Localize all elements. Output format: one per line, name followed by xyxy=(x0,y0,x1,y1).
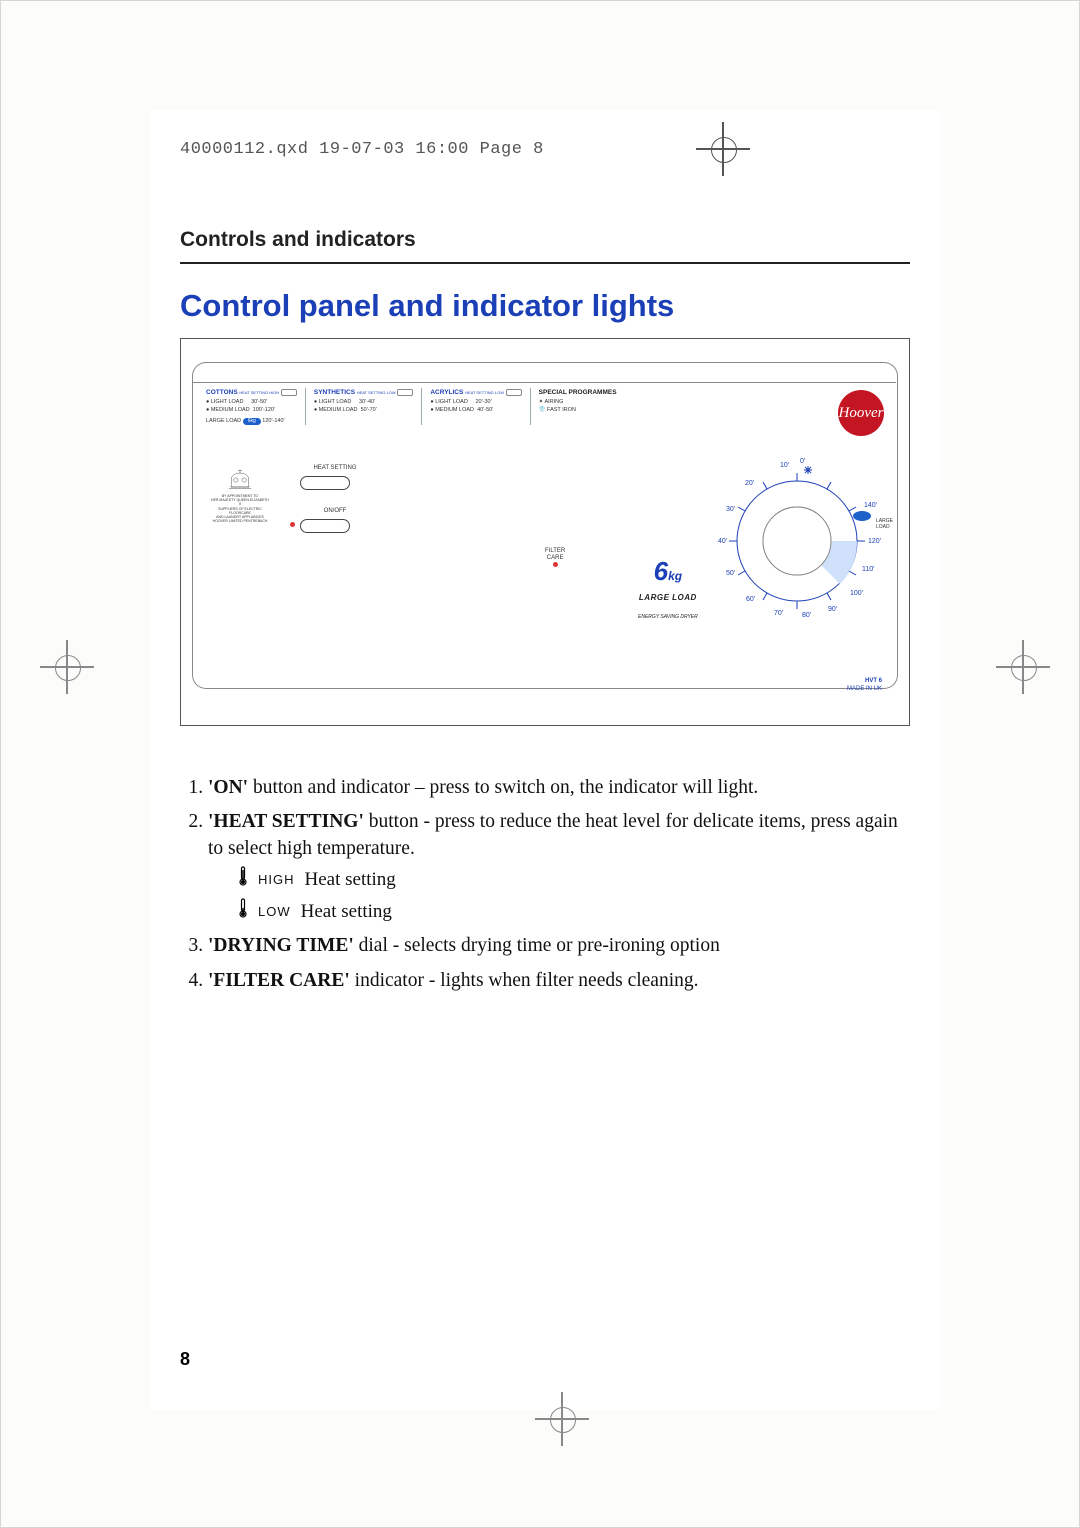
onoff-button[interactable] xyxy=(300,519,350,533)
onoff-label: ON/OFF xyxy=(305,508,365,514)
filter-care-label: FILTER CARE xyxy=(545,548,565,571)
royal-warrant-crest-icon: BY APPOINTMENT TOHER MAJESTY QUEEN ELIZA… xyxy=(210,468,270,528)
capacity-badge: 6kg LARGE LOAD ENERGY SAVING DRYER xyxy=(638,556,698,623)
print-header-line: 40000112.qxd 19-07-03 16:00 Page 8 xyxy=(180,140,544,159)
drying-time-dial[interactable]: 0' 10' 20' 30' 40' 50' 60' 70' 80' 90' 1… xyxy=(712,456,882,626)
list-item: 'DRYING TIME' dial - selects drying time… xyxy=(208,933,900,959)
section-rule xyxy=(180,262,910,264)
control-panel-figure: Hoover COTTONS HEAT SETTING HIGH ● LIGHT… xyxy=(180,338,910,738)
list-item: 'HEAT SETTING' button - press to reduce … xyxy=(208,809,900,925)
page-number: 8 xyxy=(180,1349,190,1370)
filter-care-indicator-icon xyxy=(553,562,558,567)
section-title: Controls and indicators xyxy=(180,228,416,252)
page-sheet: 40000112.qxd 19-07-03 16:00 Page 8 Contr… xyxy=(150,110,940,1410)
on-indicator-icon xyxy=(290,522,295,527)
model-made-label: HVT 6MADE IN UK xyxy=(847,678,882,694)
programme-cottons-label: COTTONS xyxy=(206,389,238,396)
body-text: 'ON' button and indicator – press to swi… xyxy=(180,775,900,1002)
programme-acrylics-label: ACRYLICS xyxy=(430,389,463,396)
registration-mark-top-icon xyxy=(706,132,740,166)
list-item: 'FILTER CARE' indicator - lights when fi… xyxy=(208,968,900,994)
registration-mark-right-icon xyxy=(1006,650,1040,684)
heat-setting-button[interactable] xyxy=(300,476,350,490)
thermometer-high-icon xyxy=(238,866,248,894)
heat-setting-label: HEAT SETTING xyxy=(305,465,365,471)
low-heat-line: LOW Heat setting xyxy=(238,898,900,926)
programme-table: COTTONS HEAT SETTING HIGH ● LIGHT LOAD 3… xyxy=(206,388,625,425)
registration-mark-bottom-icon xyxy=(545,1402,579,1436)
page-scan: 40000112.qxd 19-07-03 16:00 Page 8 Contr… xyxy=(0,0,1080,1528)
programme-synthetics-label: SYNTHETICS xyxy=(314,389,355,396)
dial-large-load-label: LARGE LOAD xyxy=(876,518,893,530)
list-item: 'ON' button and indicator – press to swi… xyxy=(208,775,900,801)
page-heading: Control panel and indicator lights xyxy=(180,288,674,324)
high-heat-line: HIGH Heat setting xyxy=(238,866,900,894)
thermometer-low-icon xyxy=(238,898,248,926)
programme-special-label: SPECIAL PROGRAMMES xyxy=(539,389,617,396)
registration-mark-left-icon xyxy=(50,650,84,684)
hoover-logo-icon: Hoover xyxy=(838,390,884,436)
